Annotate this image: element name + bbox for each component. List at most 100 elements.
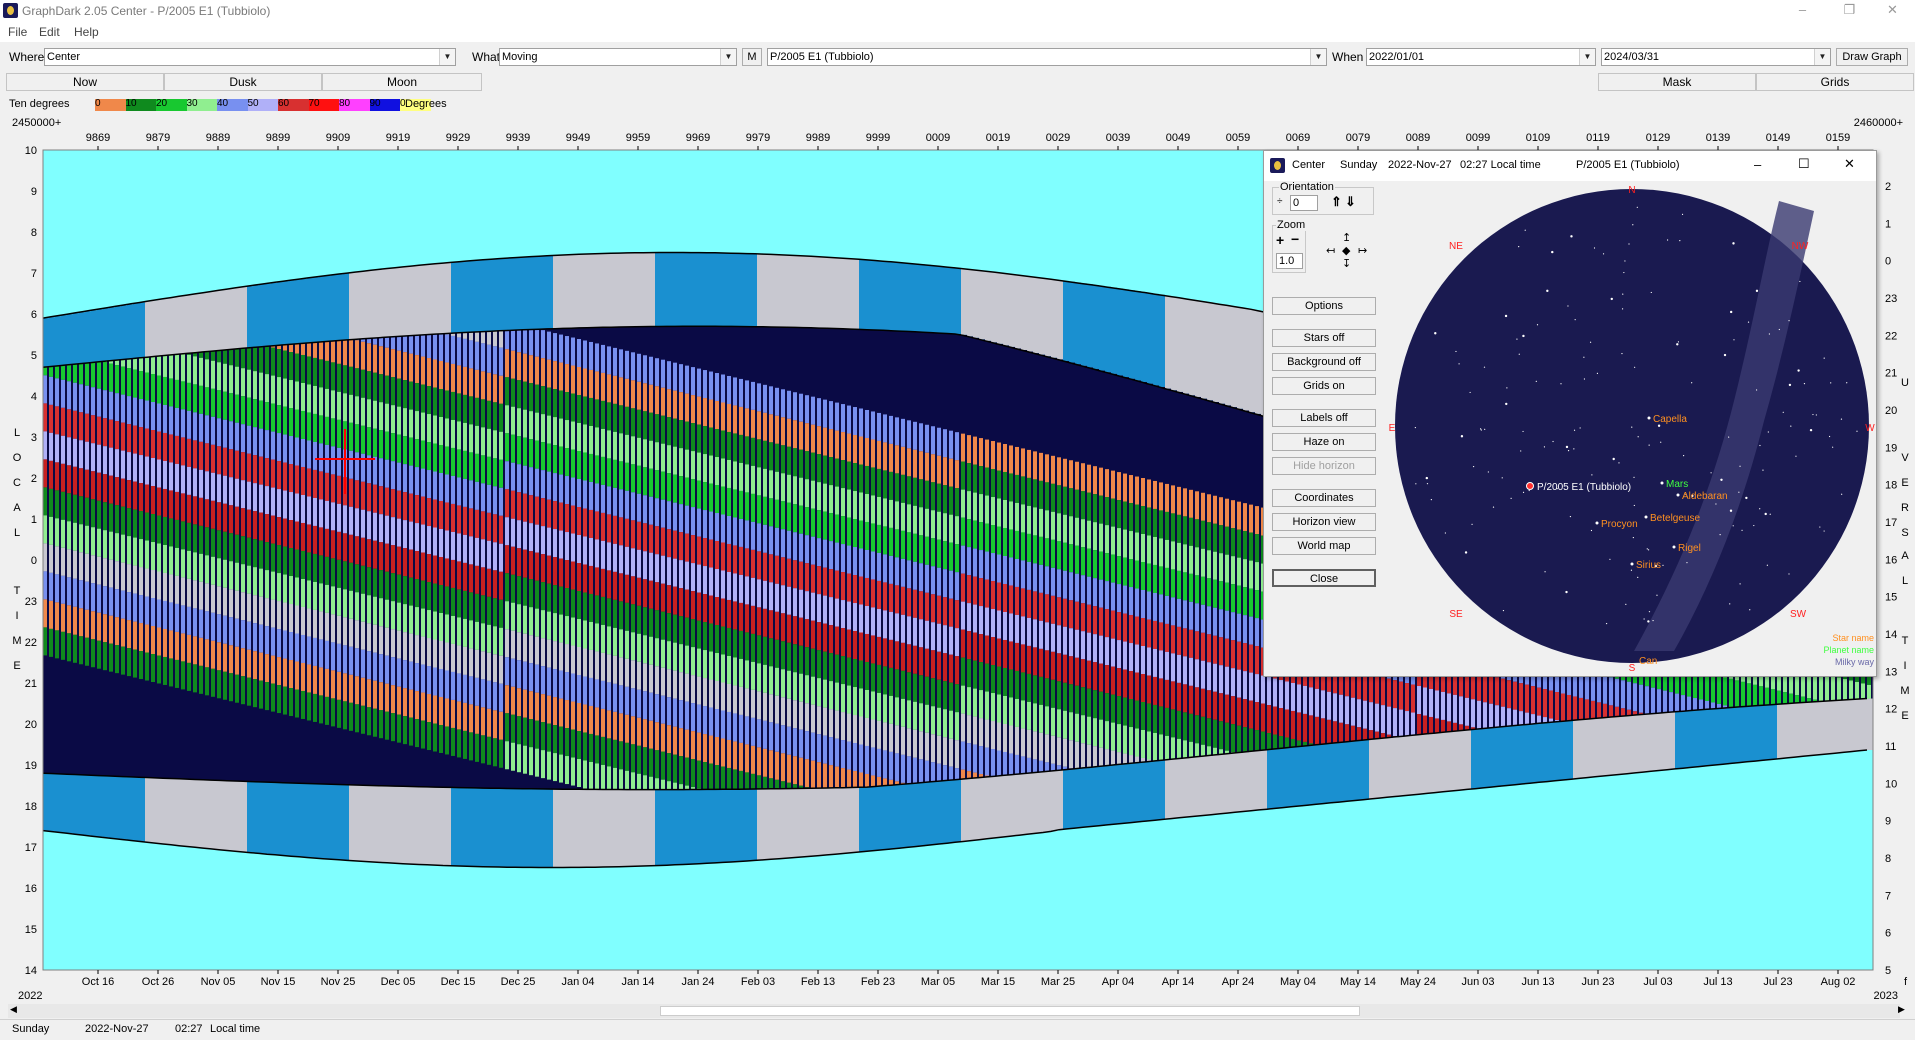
close-button[interactable]: ✕	[1870, 0, 1915, 22]
close-sky-button[interactable]: Close	[1272, 569, 1376, 587]
menu-file[interactable]: File	[8, 25, 27, 39]
scrollbar-thumb[interactable]	[660, 1006, 1360, 1016]
object-select[interactable]: P/2005 E1 (Tubbiolo) ▼	[767, 48, 1327, 66]
dusk-button[interactable]: Dusk	[164, 73, 322, 91]
sky-close-button[interactable]: ✕	[1844, 156, 1855, 172]
end-date-select[interactable]: 2024/03/31 ▼	[1601, 48, 1831, 66]
stars-off-button[interactable]: Stars off	[1272, 329, 1376, 347]
altitude-stripe	[1063, 655, 1067, 683]
twilight-band-bottom	[1801, 703, 1807, 757]
altitude-stripe	[247, 370, 251, 398]
altitude-stripe	[763, 721, 767, 749]
twilight-band-bottom	[541, 789, 547, 868]
chevron-down-icon[interactable]: ▼	[439, 49, 455, 65]
chevron-down-icon[interactable]: ▼	[720, 49, 736, 65]
minimize-button[interactable]: –	[1780, 0, 1825, 22]
pan-control[interactable]: ↥ ↤ ◆ ↦ ↧	[1322, 231, 1372, 273]
sky-minimize-button[interactable]: –	[1754, 157, 1761, 172]
labels-off-button[interactable]: Labels off	[1272, 409, 1376, 427]
hide-horizon-button[interactable]: Hide horizon	[1272, 457, 1376, 475]
menu-edit[interactable]: Edit	[39, 25, 60, 39]
altitude-stripe	[715, 709, 719, 737]
draw-graph-button[interactable]: Draw Graph	[1836, 48, 1908, 66]
altitude-stripe	[889, 556, 893, 584]
scroll-left-icon[interactable]: ◀	[10, 1004, 17, 1015]
orientation-input[interactable]: 0	[1290, 195, 1318, 211]
altitude-stripe	[925, 565, 929, 593]
star	[1427, 483, 1428, 484]
altitude-stripe	[817, 398, 821, 426]
altitude-stripe	[43, 403, 47, 431]
altitude-stripe	[61, 380, 65, 408]
moon-button[interactable]: Moon	[322, 73, 482, 91]
horizon-view-button[interactable]: Horizon view	[1272, 513, 1376, 531]
pan-up-icon[interactable]: ↥	[1342, 231, 1351, 244]
where-select[interactable]: Center ▼	[44, 48, 456, 66]
arrow-up-icon[interactable]: ⇑	[1331, 194, 1342, 210]
scroll-right-icon[interactable]: ▶	[1898, 1004, 1905, 1015]
zoom-input[interactable]: 1.0	[1276, 253, 1303, 269]
mask-button[interactable]: Mask	[1598, 73, 1756, 91]
altitude-stripe	[1183, 544, 1187, 572]
menu-help[interactable]: Help	[74, 25, 99, 39]
altitude-stripe	[229, 645, 233, 673]
background-off-button[interactable]: Background off	[1272, 353, 1376, 371]
twilight-band-bottom	[1051, 771, 1057, 831]
altitude-stripe	[1129, 531, 1133, 559]
chevron-down-icon[interactable]: ▼	[1579, 49, 1595, 65]
altitude-stripe	[289, 408, 293, 436]
altitude-stripe	[625, 631, 629, 659]
sky-maximize-button[interactable]: ☐	[1798, 156, 1810, 172]
altitude-stripe	[475, 482, 479, 510]
world-map-button[interactable]: World map	[1272, 537, 1376, 555]
direction-n: N	[1628, 185, 1635, 196]
legend-value: 20	[156, 98, 167, 109]
what-select[interactable]: Moving ▼	[499, 48, 737, 66]
altitude-stripe	[973, 633, 977, 661]
altitude-stripe	[181, 465, 185, 493]
zoom-in-icon[interactable]: +	[1276, 232, 1284, 248]
altitude-stripe	[967, 631, 971, 659]
grids-button[interactable]: Grids	[1756, 73, 1914, 91]
haze-on-button[interactable]: Haze on	[1272, 433, 1376, 451]
grids-on-button[interactable]: Grids on	[1272, 377, 1376, 395]
altitude-stripe	[187, 663, 191, 691]
zoom-out-icon[interactable]: −	[1291, 231, 1299, 247]
altitude-stripe	[751, 662, 755, 690]
pan-down-icon[interactable]: ↧	[1342, 257, 1351, 270]
altitude-stripe	[577, 647, 581, 675]
twilight-band-bottom	[709, 789, 715, 863]
altitude-stripe	[985, 636, 989, 664]
altitude-stripe	[835, 739, 839, 767]
arrow-down-icon[interactable]: ⇓	[1345, 194, 1356, 210]
pan-center-icon[interactable]: ◆	[1342, 244, 1350, 257]
altitude-stripe	[73, 579, 77, 607]
twilight-band-bottom	[1357, 741, 1363, 801]
altitude-stripe	[1009, 669, 1013, 697]
altitude-stripe	[679, 448, 683, 476]
options-button[interactable]: Options	[1272, 297, 1376, 315]
twilight-band-top	[67, 314, 73, 365]
now-button[interactable]: Now	[6, 73, 164, 91]
coordinates-button[interactable]: Coordinates	[1272, 489, 1376, 507]
restore-button[interactable]: ❐	[1827, 0, 1872, 22]
start-date-select[interactable]: 2022/01/01 ▼	[1366, 48, 1596, 66]
altitude-stripe	[811, 425, 815, 453]
altitude-stripe	[523, 662, 527, 690]
pan-left-icon[interactable]: ↤	[1326, 244, 1335, 257]
pan-right-icon[interactable]: ↦	[1358, 244, 1367, 257]
star	[1606, 623, 1607, 624]
chevron-down-icon[interactable]: ▼	[1310, 49, 1326, 65]
twilight-band-top	[439, 263, 445, 333]
altitude-stripe	[361, 426, 365, 454]
chevron-down-icon[interactable]: ▼	[1814, 49, 1830, 65]
altitude-stripe	[451, 504, 455, 532]
altitude-stripe	[1057, 709, 1061, 737]
star	[1638, 436, 1639, 437]
altitude-stripe	[901, 587, 905, 615]
m-button[interactable]: M	[742, 48, 762, 66]
sky-map-canvas[interactable]: NNENWEWSESWSP/2005 E1 (Tubbiolo)CapellaM…	[1384, 181, 1876, 676]
sky-map[interactable]: NNENWEWSESWSP/2005 E1 (Tubbiolo)CapellaM…	[1384, 181, 1876, 676]
altitude-stripe	[265, 570, 269, 598]
rotate-icon[interactable]: ÷	[1277, 196, 1283, 207]
